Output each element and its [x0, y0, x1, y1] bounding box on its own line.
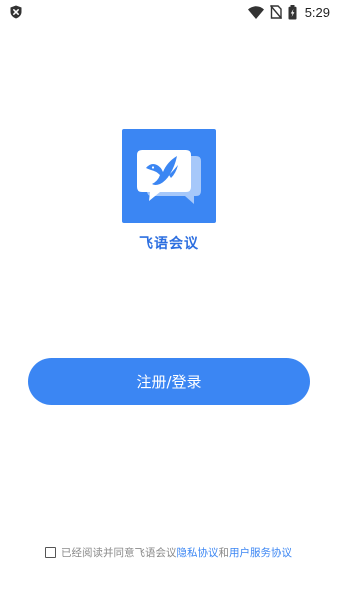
app-logo [122, 129, 216, 223]
status-time: 5:29 [304, 4, 330, 20]
bird-chat-bubble-icon [137, 150, 201, 204]
agreement-conjunction: 和 [218, 546, 230, 559]
register-login-button[interactable]: 注册/登录 [28, 358, 310, 405]
agreement-row: 已经阅读并同意飞语会议 隐私协议 和 用户服务协议 [45, 544, 292, 560]
wifi-icon [247, 5, 264, 19]
shield-x-icon [10, 5, 22, 19]
battery-icon [288, 4, 297, 19]
privacy-policy-link[interactable]: 隐私协议 [177, 545, 219, 560]
agreement-prefix: 已经阅读并同意飞语会议 [61, 546, 177, 559]
agree-checkbox[interactable] [45, 546, 56, 558]
status-bar: 5:29 [0, 0, 338, 24]
user-service-agreement-link[interactable]: 用户服务协议 [229, 545, 292, 560]
no-sim-icon [269, 5, 282, 19]
app-name: 飞语会议 [139, 236, 199, 252]
